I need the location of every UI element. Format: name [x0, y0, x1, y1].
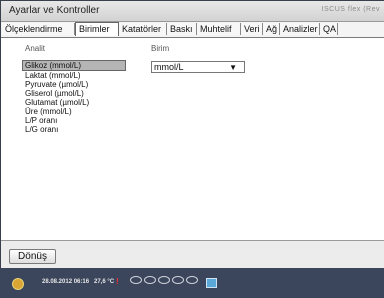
alert-icon[interactable]: !	[116, 277, 119, 286]
bottom-bar: Dönüş	[1, 240, 384, 269]
chevron-down-icon[interactable]: ▼	[229, 62, 237, 73]
list-item[interactable]: L/P oranı	[23, 116, 126, 125]
vial-slot-icon	[144, 276, 156, 284]
app-screen: Ayarlar ve Kontroller ISCUS flex (Rev Öl…	[0, 0, 384, 298]
tray-icon	[206, 278, 217, 288]
vial-slot-icon	[130, 276, 142, 284]
tab-veri[interactable]: Veri	[241, 23, 263, 35]
back-button[interactable]: Dönüş	[9, 249, 56, 264]
list-item[interactable]: Gliserol (µmol/L)	[23, 89, 126, 98]
tab-qa[interactable]: QA	[320, 23, 338, 35]
vial-slot-icon	[158, 276, 170, 284]
list-item[interactable]: Glikoz (mmol/L)	[22, 60, 126, 71]
tab-birimler[interactable]: Birimler	[75, 22, 119, 36]
unit-header: Birim	[151, 44, 170, 53]
tab-katatorler[interactable]: Katatörler	[119, 23, 167, 35]
temperature: 27,6 °C	[94, 279, 115, 285]
list-item[interactable]: L/G oranı	[23, 125, 126, 134]
status-bar: 28.08.2012 06:16 27,6 °C !	[0, 268, 384, 298]
list-item[interactable]: Üre (mmol/L)	[23, 107, 126, 116]
vial-slot-icon	[186, 276, 198, 284]
list-item[interactable]: Pyruvate (µmol/L)	[23, 80, 126, 89]
vial-slot-icon	[172, 276, 184, 284]
analyte-header: Analit	[25, 44, 46, 53]
tab-analizler[interactable]: Analizler	[280, 23, 320, 35]
list-item[interactable]: Glutamat (µmol/L)	[23, 98, 126, 107]
list-item[interactable]: Laktat (mmol/L)	[23, 71, 126, 80]
datetime: 28.08.2012 06:16	[42, 279, 90, 285]
tab-bar: Ölçeklendirme Birimler Katatörler Baskı …	[1, 22, 384, 38]
tab-ag[interactable]: Ağ	[263, 23, 280, 35]
brand-logo: ISCUS flex (Rev	[321, 6, 380, 13]
unit-select[interactable]: mmol/L ▼	[151, 61, 245, 73]
units-panel: Analit Birim Glikoz (mmol/L) Laktat (mmo…	[1, 38, 384, 240]
unit-select-value: mmol/L	[154, 62, 184, 72]
analyte-list[interactable]: Glikoz (mmol/L) Laktat (mmol/L) Pyruvate…	[22, 60, 126, 152]
tab-olceklendirme[interactable]: Ölçeklendirme	[2, 23, 75, 35]
window-title: Ayarlar ve Kontroller	[9, 5, 100, 16]
title-bar: Ayarlar ve Kontroller ISCUS flex (Rev	[1, 1, 384, 22]
power-icon[interactable]	[12, 278, 24, 290]
tab-baski[interactable]: Baskı	[167, 23, 197, 35]
tab-muhtelif[interactable]: Muhtelif	[197, 23, 241, 35]
